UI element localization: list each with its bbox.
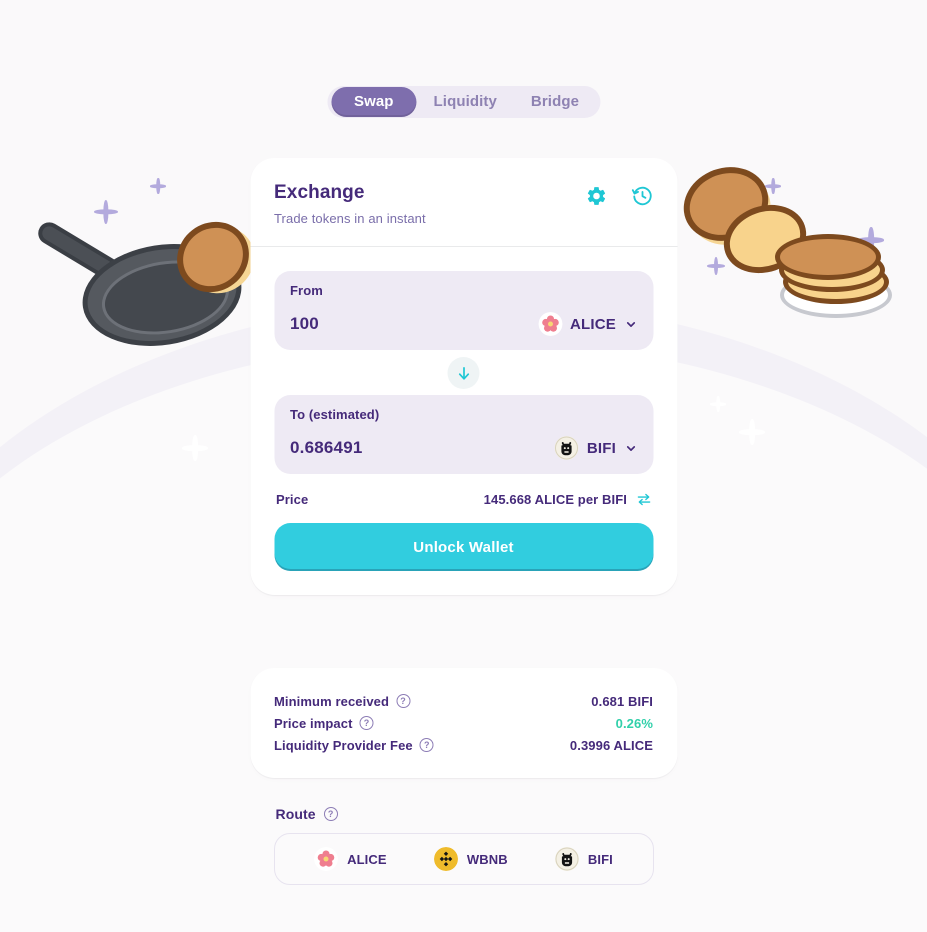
route-hop-name: BIFI xyxy=(587,851,613,867)
to-row: BIFI xyxy=(290,436,637,460)
pancake-flipping xyxy=(162,207,264,307)
binance-diamond-icon xyxy=(433,847,458,871)
to-label: To (estimated) xyxy=(290,407,380,422)
sparkle-icon xyxy=(707,257,725,275)
pancakes-illustration xyxy=(673,155,903,350)
frying-pan-illustration xyxy=(24,207,264,365)
to-token-name: BIFI xyxy=(586,439,616,457)
pan-body xyxy=(75,233,249,357)
pan-handle xyxy=(34,218,140,294)
page-subtitle: Trade tokens in an instant xyxy=(274,211,426,226)
swap-arrows-icon[interactable] xyxy=(636,492,651,507)
pancake-stack-bottom xyxy=(783,260,889,304)
route-hop-name: WBNB xyxy=(466,851,508,867)
from-token-select[interactable]: ALICE xyxy=(538,312,637,336)
switch-direction-wrap xyxy=(274,350,653,395)
from-panel: From 100 ALICE xyxy=(274,271,653,350)
pancake-stack-top xyxy=(775,234,881,280)
detail-left: Liquidity Provider Fee ? xyxy=(274,738,434,753)
sparkle-icon xyxy=(858,227,884,253)
route-hop-bifi: BIFI xyxy=(554,847,613,871)
bifi-cow-icon xyxy=(554,436,579,460)
price-row: Price 145.668 ALICE per BIFI xyxy=(274,474,653,523)
detail-left: Price impact ? xyxy=(274,716,374,731)
alice-flower-icon xyxy=(538,312,562,336)
nav-tabs: Swap Liquidity Bridge xyxy=(326,86,601,118)
arrow-down-icon[interactable] xyxy=(447,357,480,389)
detail-label: Minimum received xyxy=(274,693,390,709)
exchange-card: Exchange Trade tokens in an instant From… xyxy=(250,158,677,595)
detail-left: Minimum received ? xyxy=(274,693,411,709)
history-clock-icon[interactable] xyxy=(631,185,653,207)
detail-row-price-impact: Price impact ? 0.26% xyxy=(274,712,653,734)
price-label: Price xyxy=(276,492,309,507)
exchange-card-titles: Exchange Trade tokens in an instant xyxy=(274,182,426,226)
detail-row-minimum-received: Minimum received ? 0.681 BIFI xyxy=(274,690,653,712)
from-row: ALICE xyxy=(290,312,637,336)
route-section: Route ? ALICE WBNB BIFI xyxy=(273,806,654,885)
route-hop-wbnb: WBNB xyxy=(433,847,508,871)
sparkle-icon xyxy=(710,396,726,412)
help-icon[interactable]: ? xyxy=(419,738,434,752)
gear-icon[interactable] xyxy=(585,185,607,207)
bifi-cow-icon xyxy=(554,847,579,871)
route-hop-alice: ALICE xyxy=(314,847,387,871)
tab-bridge[interactable]: Bridge xyxy=(514,90,596,114)
help-icon[interactable]: ? xyxy=(323,807,338,821)
detail-label: Price impact xyxy=(274,715,353,731)
help-icon[interactable]: ? xyxy=(359,716,374,730)
tab-liquidity[interactable]: Liquidity xyxy=(417,90,514,114)
route-box: ALICE WBNB BIFI xyxy=(273,833,654,885)
help-icon[interactable]: ? xyxy=(396,694,411,708)
sparkle-icon xyxy=(150,178,166,194)
to-panel: To (estimated) 0.686491 BIFI xyxy=(274,395,653,474)
from-label: From xyxy=(290,283,323,298)
to-token-select[interactable]: BIFI xyxy=(554,436,637,460)
alice-flower-icon xyxy=(314,847,339,871)
price-right: 145.668 ALICE per BIFI xyxy=(484,492,651,507)
detail-label: Liquidity Provider Fee xyxy=(274,737,413,753)
route-title: Route xyxy=(275,806,316,822)
pancake-falling-1 xyxy=(673,155,779,253)
sparkle-icon xyxy=(739,419,765,445)
pancake-falling-2 xyxy=(714,194,816,284)
pan-inner xyxy=(96,251,235,344)
sparkle-icon xyxy=(765,178,781,194)
plate xyxy=(780,272,892,318)
route-header: Route ? xyxy=(274,806,654,822)
exchange-card-header: Exchange Trade tokens in an instant xyxy=(250,158,677,247)
from-amount-input[interactable] xyxy=(290,314,499,334)
route-hop-name: ALICE xyxy=(347,851,387,867)
to-amount-input[interactable] xyxy=(290,438,499,458)
from-token-name: ALICE xyxy=(570,315,616,333)
sparkle-icon xyxy=(182,435,208,461)
detail-value: 0.26% xyxy=(615,715,653,731)
tab-swap[interactable]: Swap xyxy=(330,87,417,117)
pancake-stack-middle xyxy=(779,248,885,292)
unlock-wallet-button[interactable]: Unlock Wallet xyxy=(274,523,653,571)
exchange-card-body: From 100 ALICE To (estimated) 0.686491 B… xyxy=(250,247,677,595)
detail-value: 0.3996 ALICE xyxy=(569,737,653,753)
price-value: 145.668 ALICE per BIFI xyxy=(483,492,627,507)
sparkle-icon xyxy=(94,200,118,224)
chevron-down-icon xyxy=(624,318,637,331)
swap-details-card: Minimum received ? 0.681 BIFI Price impa… xyxy=(250,668,677,778)
detail-row-liquidity-provider-fee: Liquidity Provider Fee ? 0.3996 ALICE xyxy=(274,734,653,756)
header-actions xyxy=(585,182,653,207)
chevron-down-icon xyxy=(624,442,637,455)
page-title: Exchange xyxy=(274,182,365,203)
detail-value: 0.681 BIFI xyxy=(591,693,653,709)
